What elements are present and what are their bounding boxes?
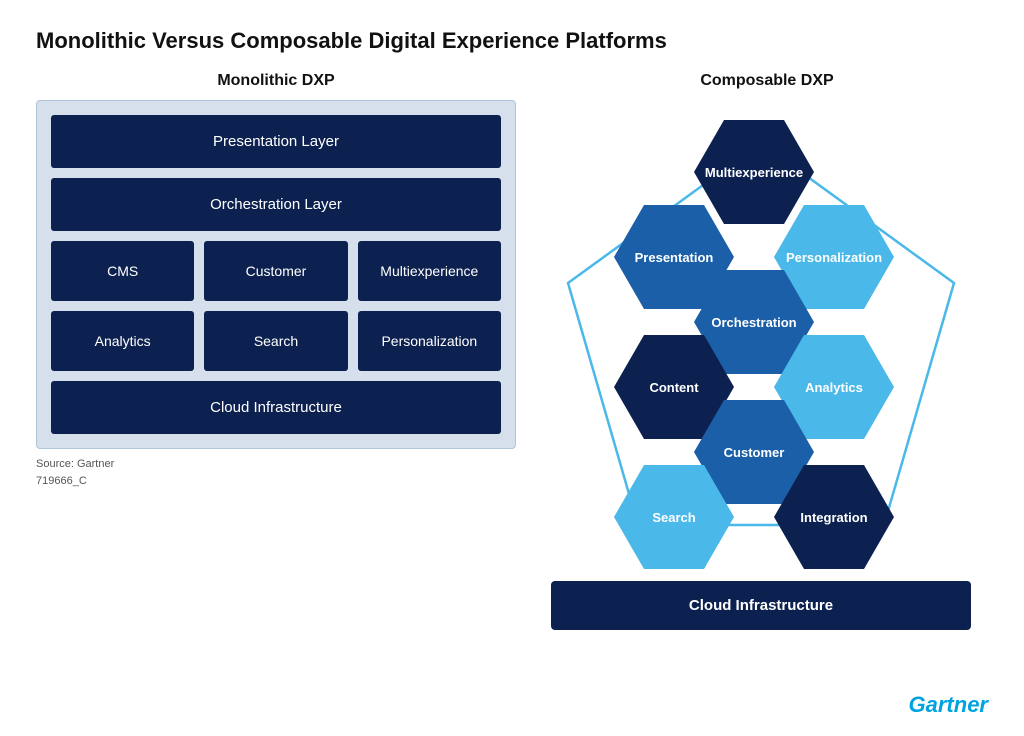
orchestration-layer-block: Orchestration Layer xyxy=(51,178,501,231)
composable-section: Composable DXP Multiexperience xyxy=(546,72,988,630)
presentation-layer-block: Presentation Layer xyxy=(51,115,501,168)
cms-block: CMS xyxy=(51,241,194,301)
monolithic-section: Monolithic DXP Presentation Layer Orches… xyxy=(36,72,516,489)
source-text: Source: Gartner 719666_C xyxy=(36,456,516,489)
mono-row-1: CMS Customer Multiexperience xyxy=(51,241,501,301)
composable-title: Composable DXP xyxy=(546,72,988,90)
page: Monolithic Versus Composable Digital Exp… xyxy=(0,0,1024,736)
mono-row-2: Analytics Search Personalization xyxy=(51,311,501,371)
mono-container: Presentation Layer Orchestration Layer C… xyxy=(36,100,516,449)
monolithic-title: Monolithic DXP xyxy=(36,72,516,90)
cloud-infra-composable-bar: Cloud Infrastructure xyxy=(551,581,971,630)
diagrams-row: Monolithic DXP Presentation Layer Orches… xyxy=(36,72,988,630)
hex-search: Search xyxy=(614,465,734,569)
composable-diagram: Multiexperience Presentation Personaliza… xyxy=(546,100,976,630)
hex-integration: Integration xyxy=(774,465,894,569)
main-title: Monolithic Versus Composable Digital Exp… xyxy=(36,28,988,54)
gartner-logo: Gartner xyxy=(909,692,988,718)
personalization-block: Personalization xyxy=(358,311,501,371)
analytics-block: Analytics xyxy=(51,311,194,371)
customer-block: Customer xyxy=(204,241,347,301)
cloud-infra-mono-block: Cloud Infrastructure xyxy=(51,381,501,434)
multiexperience-block: Multiexperience xyxy=(358,241,501,301)
search-block: Search xyxy=(204,311,347,371)
